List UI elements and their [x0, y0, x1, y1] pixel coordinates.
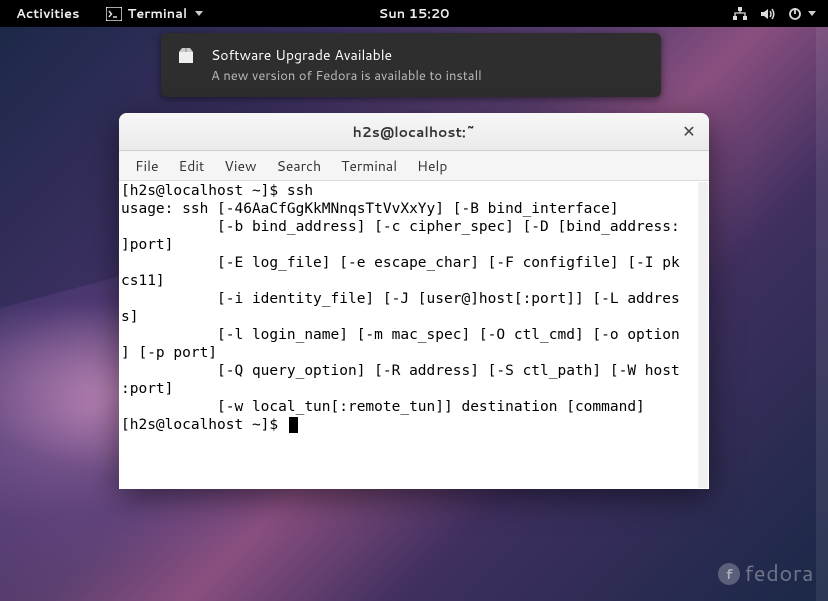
menu-terminal[interactable]: Terminal [331, 152, 407, 180]
menu-help[interactable]: Help [407, 152, 457, 180]
terminal-window: h2s@localhost:~ ✕ File Edit View Search … [119, 113, 709, 489]
term-line: [-w local_tun[:remote_tun]] destination … [121, 399, 645, 415]
notification-body: A new version of Fedora is available to … [211, 67, 482, 85]
activities-button[interactable]: Activities [6, 2, 90, 26]
chevron-down-icon [808, 11, 816, 16]
right-edge-strip [816, 27, 828, 601]
menu-view[interactable]: View [214, 152, 266, 180]
fedora-logo: f fedora [718, 558, 814, 589]
terminal-cursor [289, 417, 298, 433]
term-line: [h2s@localhost ~]$ [121, 417, 287, 433]
scrollbar[interactable] [698, 182, 708, 488]
active-app-label: Terminal [128, 5, 188, 23]
network-icon[interactable] [732, 7, 748, 21]
chevron-down-icon [195, 11, 203, 16]
close-icon[interactable]: ✕ [679, 122, 699, 142]
term-line: s] [121, 309, 138, 325]
term-line: [-b bind_address] [-c cipher_spec] [-D [… [121, 219, 680, 235]
terminal-viewport[interactable]: [h2s@localhost ~]$ ssh usage: ssh [-46Aa… [119, 181, 709, 489]
fedora-mark-icon: f [718, 563, 740, 585]
term-line: cs11] [121, 273, 165, 289]
term-line: [h2s@localhost ~]$ ssh [121, 183, 313, 199]
terminal-output: [h2s@localhost ~]$ ssh usage: ssh [-46Aa… [119, 181, 709, 435]
activities-label: Activities [16, 5, 80, 23]
menu-edit[interactable]: Edit [169, 152, 215, 180]
top-panel: Activities Terminal Sun 15:20 [0, 0, 828, 27]
term-line: ]port] [121, 237, 173, 253]
clock-label: Sun 15:20 [379, 5, 450, 23]
clock-button[interactable]: Sun 15:20 [369, 2, 460, 26]
menubar: File Edit View Search Terminal Help [119, 151, 709, 181]
package-icon [177, 47, 195, 65]
upgrade-notification[interactable]: Software Upgrade Available A new version… [161, 33, 661, 97]
term-line: [-E log_file] [-e escape_char] [-F confi… [121, 255, 680, 271]
terminal-app-icon [106, 7, 122, 21]
term-line: usage: ssh [-46AaCfGgKkMNnqsTtVvXxYy] [-… [121, 201, 619, 217]
volume-icon[interactable] [760, 7, 776, 21]
menu-search[interactable]: Search [267, 152, 332, 180]
term-line: ] [-p port] [121, 345, 217, 361]
notification-title: Software Upgrade Available [211, 45, 482, 65]
term-line: [-i identity_file] [-J [user@]host[:port… [121, 291, 680, 307]
term-line: :port] [121, 381, 173, 397]
window-title: h2s@localhost:~ [353, 122, 476, 142]
term-line: [-Q query_option] [-R address] [-S ctl_p… [121, 363, 680, 379]
menu-file[interactable]: File [125, 152, 169, 180]
term-line: [-l login_name] [-m mac_spec] [-O ctl_cm… [121, 327, 680, 343]
active-app-menu[interactable]: Terminal [96, 2, 214, 26]
power-icon[interactable] [788, 7, 816, 21]
fedora-wordmark: fedora [744, 558, 814, 589]
window-titlebar[interactable]: h2s@localhost:~ ✕ [119, 113, 709, 151]
